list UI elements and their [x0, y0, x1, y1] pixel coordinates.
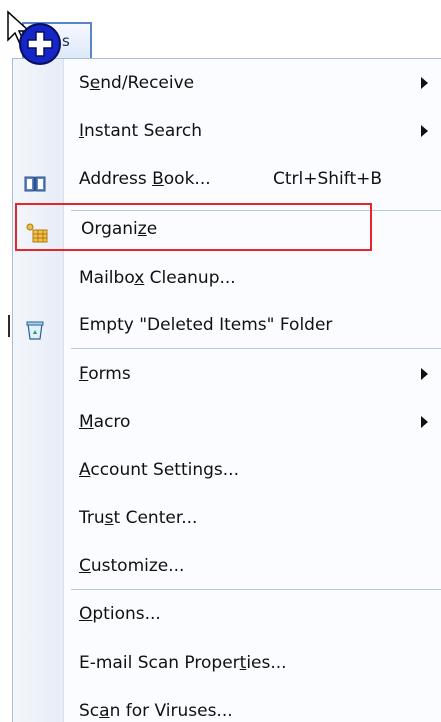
- menu-item-instant-search[interactable]: Instant Search: [13, 107, 441, 155]
- menu-item-label: E-mail Scan Properties...: [79, 653, 287, 673]
- menu-item-label: Account Settings...: [79, 460, 239, 480]
- organize-icon: [25, 217, 49, 243]
- menu-item-trust-center[interactable]: Trust Center...: [13, 494, 441, 542]
- menu-item-empty-deleted-items[interactable]: Empty "Deleted Items" Folder: [13, 301, 441, 349]
- menu-item-options[interactable]: Options...: [13, 590, 441, 638]
- menu-item-address-book[interactable]: Address Book... Ctrl+Shift+B: [13, 155, 441, 203]
- menu-item-label: Scan for Viruses...: [79, 701, 233, 721]
- menu-item-customize[interactable]: Customize...: [13, 542, 441, 590]
- menu-item-label: Trust Center...: [79, 508, 198, 528]
- menu-item-scan-for-viruses[interactable]: Scan for Viruses...: [13, 687, 441, 722]
- screenshot-stage: s Send/Receive Instant Search Address Bo…: [0, 0, 441, 722]
- menu-item-label: Send/Receive: [79, 73, 195, 93]
- menu-item-account-settings[interactable]: Account Settings...: [13, 446, 441, 494]
- menu-item-label: Macro: [79, 412, 131, 432]
- menu-item-label: Options...: [79, 604, 161, 624]
- menu-item-label: Address Book...: [79, 169, 211, 189]
- cursor-add-icon: [7, 10, 61, 65]
- menu-item-organize[interactable]: Organize: [15, 203, 372, 251]
- menu-item-macro[interactable]: Macro: [13, 398, 441, 446]
- menu-item-shortcut: Ctrl+Shift+B: [273, 169, 383, 189]
- recycle-bin-icon: [23, 313, 47, 340]
- menu-item-label: Empty "Deleted Items" Folder: [79, 315, 333, 335]
- menu-item-forms[interactable]: Forms: [13, 350, 441, 398]
- submenu-arrow-icon: [421, 77, 428, 89]
- menu-item-label: Mailbox Cleanup...: [79, 268, 236, 288]
- submenu-arrow-icon: [421, 368, 428, 380]
- menu-item-label: Customize...: [79, 556, 185, 576]
- submenu-arrow-icon: [421, 125, 428, 137]
- menu-item-label: Instant Search: [79, 121, 202, 141]
- window-edge-marker: [8, 315, 10, 337]
- menu-item-mailbox-cleanup[interactable]: Mailbox Cleanup...: [13, 254, 441, 302]
- menu-item-email-scan-properties[interactable]: E-mail Scan Properties...: [13, 639, 441, 687]
- menu-item-label: Organize: [81, 219, 158, 239]
- submenu-arrow-icon: [421, 416, 428, 428]
- window-edge: [0, 0, 12, 722]
- menu-item-label: Forms: [79, 364, 131, 384]
- tools-dropdown-menu: Send/Receive Instant Search Address Book…: [12, 58, 441, 722]
- address-book-icon: [23, 167, 47, 192]
- menu-item-send-receive[interactable]: Send/Receive: [13, 59, 441, 107]
